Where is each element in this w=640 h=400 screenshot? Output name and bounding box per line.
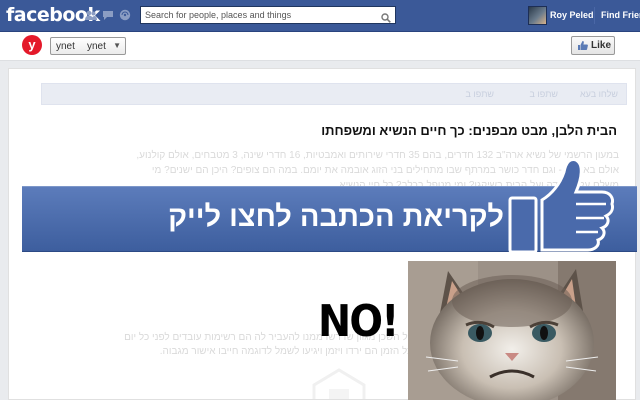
notifications-icon[interactable] xyxy=(119,9,131,21)
app-header: y ynet ynet ▼ Like xyxy=(0,32,640,61)
search-box xyxy=(140,6,396,24)
thumbs-up-icon xyxy=(577,40,588,54)
page-select-dropdown[interactable]: ynet ynet ▼ xyxy=(50,37,126,55)
like-button[interactable]: Like xyxy=(571,36,615,55)
faded-graphic xyxy=(312,368,366,399)
share-item[interactable]: שתפו ב xyxy=(466,89,495,99)
page-select-value: ynet xyxy=(87,41,106,52)
messages-icon[interactable] xyxy=(102,9,114,21)
friend-requests-icon[interactable] xyxy=(85,9,97,21)
chevron-down-icon: ▼ xyxy=(113,41,121,50)
search-input[interactable] xyxy=(145,8,373,22)
ynet-logo[interactable]: y xyxy=(22,35,42,55)
article-body-line: וכל הזמן הם ירדו ויזמן ויגיעו לשמל לדוגמ… xyxy=(159,346,415,357)
thumbs-up-icon xyxy=(506,156,616,256)
nav-divider xyxy=(594,7,595,24)
find-friends-link[interactable]: Find Friends xyxy=(601,10,640,20)
avatar[interactable] xyxy=(528,6,547,25)
profile-link[interactable]: Roy Peled xyxy=(550,10,594,20)
like-label: Like xyxy=(591,40,612,51)
share-item[interactable]: שלחו בעא xyxy=(580,89,618,99)
search-icon[interactable] xyxy=(381,10,391,23)
grumpy-cat-photo xyxy=(408,261,616,400)
page-select-label: ynet xyxy=(56,41,75,52)
share-item[interactable]: שתפו ב xyxy=(530,89,559,99)
banner-text: לקריאת הכתבה לחצו לייק xyxy=(168,201,504,233)
meme-no-text: NO! xyxy=(318,296,399,347)
share-bar: שלחו בעא שתפו ב שתפו ב xyxy=(41,83,627,105)
facebook-top-bar: facebook Roy Peled Find Friends xyxy=(0,0,640,32)
article-headline: הבית הלבן, מבט מבפנים: כך חיים הנשיא ומש… xyxy=(321,123,617,138)
